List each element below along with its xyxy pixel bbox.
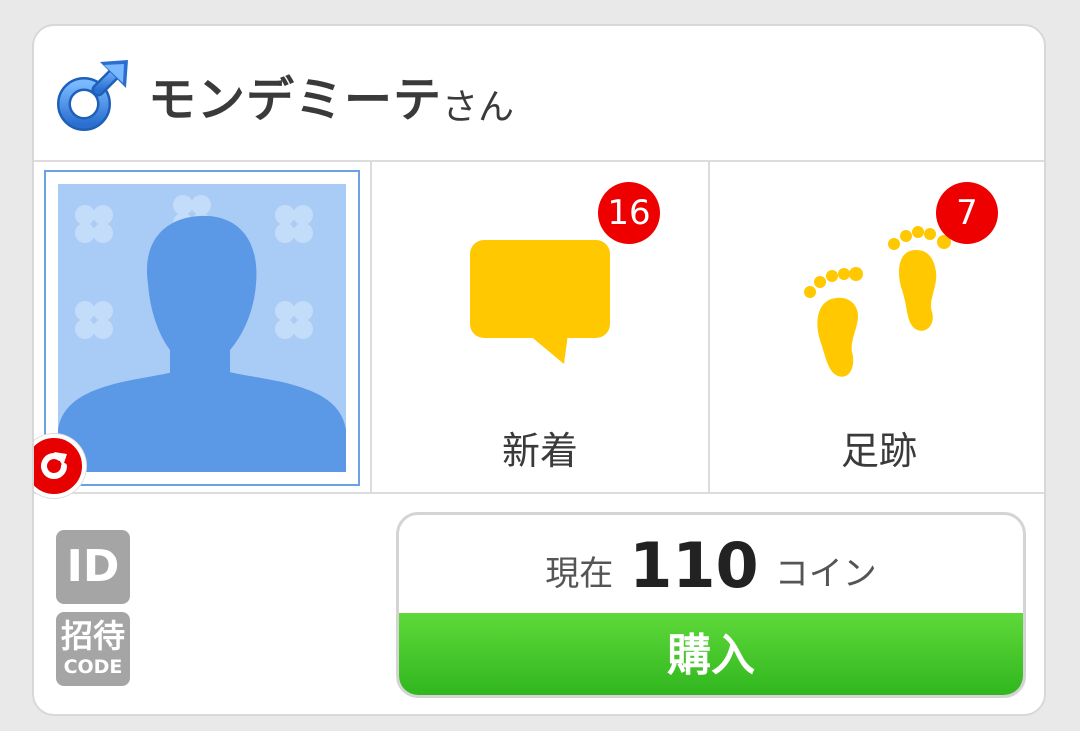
- honorific: さん: [442, 87, 515, 128]
- footprints-tile[interactable]: 7 足跡: [710, 162, 1044, 492]
- speech-bubble-icon: [468, 238, 612, 372]
- coin-balance: 現在 110 コイン: [399, 515, 1023, 613]
- footprints-count-badge: 7: [936, 182, 998, 244]
- invite-code-button[interactable]: 招待 CODE: [56, 612, 130, 686]
- profile-card: モンデミーテ さん 16 新着 7 足跡 ID 招待 CODE 現在 110 コ…: [32, 24, 1046, 716]
- coin-unit: コイン: [774, 554, 877, 594]
- avatar-cell[interactable]: [34, 162, 372, 498]
- buy-coins-button[interactable]: 購入: [399, 613, 1023, 695]
- coin-prefix: 現在: [545, 554, 614, 594]
- default-avatar-image: [58, 184, 346, 472]
- footprints-label: 足跡: [840, 429, 917, 473]
- new-messages-tile[interactable]: 16 新着: [372, 162, 710, 492]
- male-symbol-icon: [54, 56, 132, 134]
- invite-code-label-top: 招待: [60, 617, 125, 655]
- footprints-icon: [798, 220, 968, 384]
- tile-grid: 16 新着 7 足跡: [34, 162, 1044, 498]
- coin-count: 110: [629, 529, 759, 602]
- new-count-badge: 16: [598, 182, 660, 244]
- profile-header: モンデミーテ さん: [34, 26, 1044, 162]
- avatar[interactable]: [44, 170, 360, 486]
- refresh-icon: [41, 452, 67, 479]
- invite-code-label-bottom: CODE: [63, 656, 123, 678]
- id-button[interactable]: ID: [56, 530, 130, 604]
- new-label: 新着: [501, 429, 578, 473]
- user-name: モンデミーテ: [148, 72, 443, 128]
- coin-panel: 現在 110 コイン 購入: [396, 512, 1026, 698]
